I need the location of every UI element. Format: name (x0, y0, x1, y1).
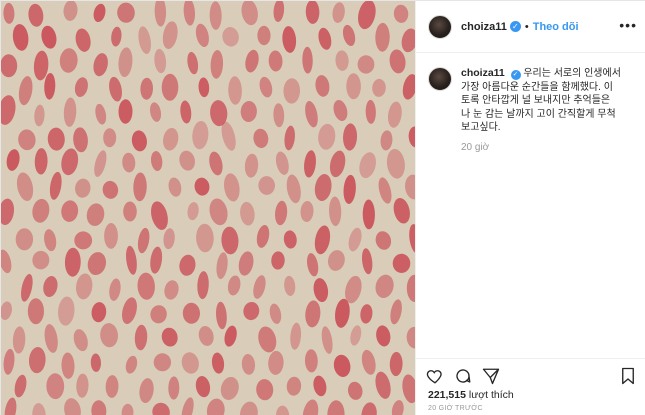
share-icon[interactable] (482, 367, 500, 385)
caption-line: 보고싶다. (461, 122, 501, 133)
lipstick-mark (392, 253, 411, 273)
likes-number: 221,515 (428, 389, 466, 401)
caption-line: 나 눈 감는 날까지 고이 간직할게 무척 (461, 108, 616, 120)
action-bar (416, 358, 645, 388)
lipstick-mark (27, 298, 44, 325)
post-timestamp[interactable]: 20 GIỜ TRƯỚC (428, 405, 483, 412)
caption-username-link[interactable]: choiza11 (461, 67, 505, 79)
post-photo (1, 1, 415, 415)
username-link[interactable]: choiza11 (461, 21, 507, 33)
caption-timestamp[interactable]: 20 giờ (461, 142, 489, 153)
heart-icon[interactable] (426, 367, 444, 385)
instagram-post-modal: choiza11 ✓ • Theo dõi ••• choiza11 ✓ 우리는… (0, 0, 645, 415)
avatar[interactable] (428, 67, 452, 91)
more-options-icon[interactable]: ••• (619, 17, 637, 33)
verified-badge-icon: ✓ (509, 21, 521, 32)
caption: choiza11 ✓ 우리는 서로의 인생에서 가장 아름다운 순간들을 함께했… (428, 67, 638, 135)
lipstick-mark (346, 73, 361, 100)
separator-dot: • (524, 20, 529, 33)
likes-count[interactable]: 221,515 lượt thích (428, 389, 514, 401)
post-side-panel: choiza11 ✓ • Theo dõi ••• choiza11 ✓ 우리는… (415, 1, 645, 415)
caption-line: 우리는 서로의 인생에서 (523, 68, 621, 79)
likes-label: lượt thích (468, 389, 514, 401)
bookmark-icon[interactable] (619, 367, 637, 385)
avatar[interactable] (428, 14, 452, 39)
caption-line: 가장 아름다운 순간들을 함께했다. 이 (461, 81, 613, 93)
lipstick-mark (123, 201, 137, 222)
follow-button[interactable]: Theo dõi (533, 21, 579, 33)
caption-text: choiza11 ✓ 우리는 서로의 인생에서 가장 아름다운 순간들을 함께했… (461, 67, 621, 135)
verified-badge-icon: ✓ (510, 70, 521, 80)
post-header: choiza11 ✓ • Theo dõi ••• (416, 1, 645, 53)
comment-icon[interactable] (454, 367, 472, 385)
lipstick-pattern-image (1, 1, 415, 415)
caption-line: 토록 안타깝게 널 보내지만 추억들은 (461, 95, 611, 106)
